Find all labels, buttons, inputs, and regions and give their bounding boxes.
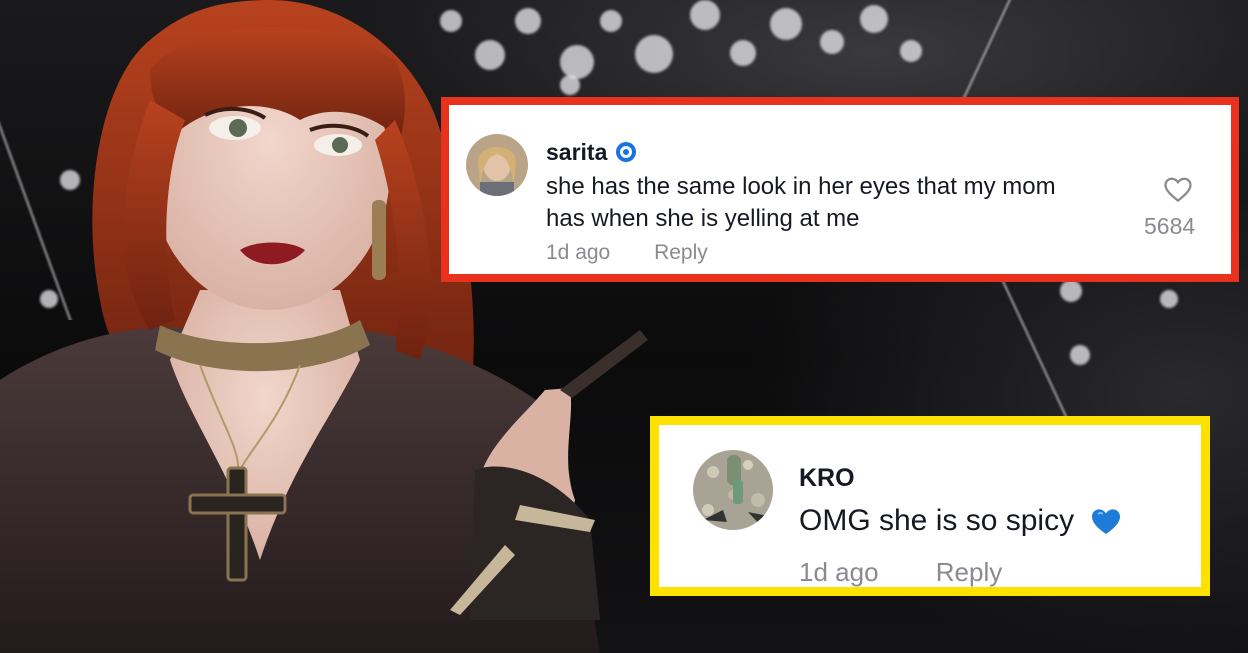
comment-meta: 1d ago Reply [546, 241, 708, 265]
timestamp: 1d ago [546, 241, 611, 264]
comment-text-body: OMG she is so spicy [799, 504, 1075, 537]
verified-badge-icon [616, 142, 636, 162]
username[interactable]: sarita [546, 139, 607, 166]
reply-button[interactable]: Reply [654, 241, 708, 265]
like-count: 5684 [1144, 213, 1196, 239]
comment-text: she has the same look in her eyes that m… [546, 171, 1056, 236]
reply-button[interactable]: Reply [936, 557, 1002, 588]
username[interactable]: KRO [799, 464, 855, 493]
comment-card-highlighted-red: sarita she has the same look in her eyes… [441, 97, 1239, 282]
avatar[interactable] [693, 450, 773, 530]
blue-heart-icon [1092, 509, 1121, 535]
thumbnail: sarita she has the same look in her eyes… [0, 0, 1248, 653]
comment-text-line: she has the same look in her eyes that m… [546, 173, 1056, 200]
comment-card-highlighted-yellow: KRO OMG she is so spicy 1d ago Reply [650, 416, 1210, 596]
heart-outline-icon[interactable] [1163, 175, 1193, 205]
comment-text: OMG she is so spicy [799, 501, 1122, 542]
comment-text-line: has when she is yelling at me [546, 205, 860, 233]
timestamp: 1d ago [799, 557, 879, 587]
avatar[interactable] [466, 134, 528, 196]
comment-meta: 1d ago Reply [799, 557, 1002, 588]
